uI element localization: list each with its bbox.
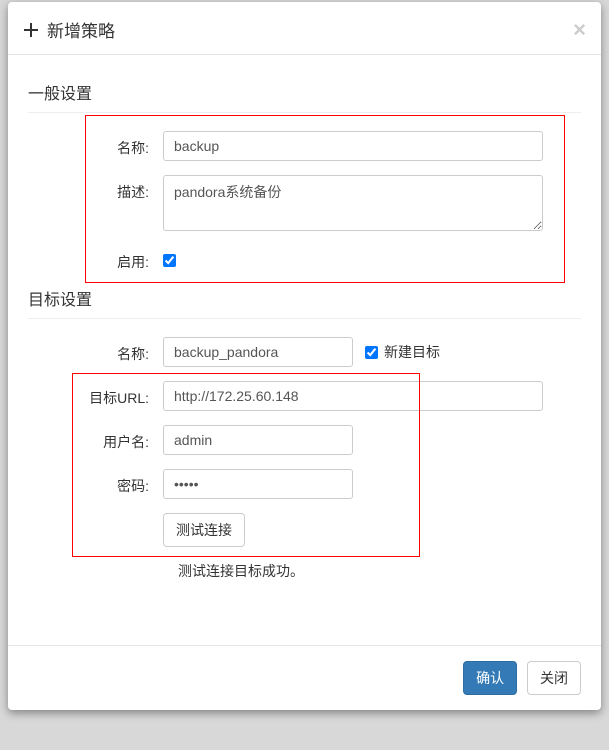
test-connection-button[interactable]: 测试连接 <box>163 513 245 547</box>
label-password: 密码: <box>28 469 163 496</box>
row-username: 用户名: <box>28 425 581 455</box>
confirm-button[interactable]: 确认 <box>463 661 517 695</box>
label-description: 描述: <box>28 175 163 202</box>
status-message: 测试连接目标成功。 <box>178 561 581 581</box>
row-password: 密码: <box>28 469 581 499</box>
target-url-input[interactable] <box>163 381 543 411</box>
divider <box>28 112 581 113</box>
close-icon[interactable]: × <box>573 19 586 41</box>
modal-body: 一般设置 名称: 描述: pandora系统备份 启用: 目标设置 名称: <box>8 55 601 591</box>
plus-icon <box>23 22 39 38</box>
modal-footer: 确认 关闭 <box>8 645 601 710</box>
target-name-input[interactable] <box>163 337 353 367</box>
label-new-target: 新建目标 <box>384 342 440 362</box>
row-target-name: 名称: 新建目标 <box>28 337 581 367</box>
name-input[interactable] <box>163 131 543 161</box>
row-name: 名称: <box>28 131 581 161</box>
enable-checkbox[interactable] <box>163 254 176 267</box>
label-enable: 启用: <box>28 245 163 272</box>
section-target-heading: 目标设置 <box>28 286 581 310</box>
divider <box>28 318 581 319</box>
label-name: 名称: <box>28 131 163 158</box>
row-enable: 启用: <box>28 245 581 272</box>
modal-dialog: 新增策略 × 一般设置 名称: 描述: pandora系统备份 启用: 目标设置 <box>8 2 601 710</box>
label-target-name: 名称: <box>28 337 163 364</box>
label-username: 用户名: <box>28 425 163 452</box>
row-target-url: 目标URL: <box>28 381 581 411</box>
row-test: 测试连接 <box>28 513 581 547</box>
section-general-heading: 一般设置 <box>28 80 581 104</box>
modal-title: 新增策略 <box>47 17 115 42</box>
password-input[interactable] <box>163 469 353 499</box>
modal-header: 新增策略 × <box>8 2 601 55</box>
row-description: 描述: pandora系统备份 <box>28 175 581 231</box>
username-input[interactable] <box>163 425 353 455</box>
description-textarea[interactable]: pandora系统备份 <box>163 175 543 231</box>
label-target-url: 目标URL: <box>28 381 163 408</box>
close-button[interactable]: 关闭 <box>527 661 581 695</box>
new-target-checkbox[interactable] <box>365 346 378 359</box>
